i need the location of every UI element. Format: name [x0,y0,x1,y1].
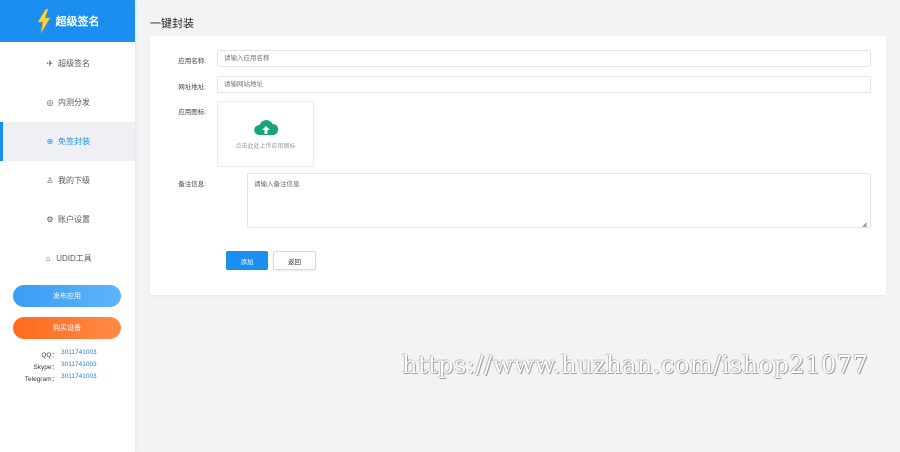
sidebar-item-label: UDID工具 [56,254,92,263]
url-input[interactable] [217,76,871,93]
sidebar-item-app-wrap[interactable]: ⊕ 免签封装 [0,122,135,161]
sidebar-item-my-subordinates[interactable]: ♙ 我的下级 [0,161,135,200]
sidebar-item-label: 我的下级 [58,176,90,185]
sidebar: 超级签名 ✈ 超级签名 ◎ 内测分发 ⊕ 免签封装 ♙ 我的下级 ⚙ 账户设置 … [0,0,135,452]
remark-textarea[interactable]: 请输入备注信息 [247,173,871,228]
page-title: 一键封装 [150,18,194,30]
contact-value[interactable]: 3011741003 [61,373,97,383]
target-icon: ⊕ [46,137,54,146]
contact-label: QQ： [41,352,58,359]
app-name-input[interactable] [217,50,871,67]
tag-icon: ⌂ [45,254,51,263]
send-icon: ✈ [46,59,54,68]
back-button[interactable]: 返回 [273,251,316,270]
add-button[interactable]: 添加 [226,251,268,270]
sidebar-item-udid-tool[interactable]: ⌂ UDID工具 [0,239,135,278]
gear-icon: ⚙ [46,215,54,224]
sidebar-item-label: 内测分发 [58,98,90,107]
contact-telegram: Telegram： 3011741003 [0,373,135,383]
publish-app-button[interactable]: 发布应用 [13,285,121,307]
lightning-bolt-icon [37,9,50,33]
user-icon: ♙ [46,176,54,185]
url-label: 网址地址: [178,84,206,91]
contact-label: Skype： [33,364,58,371]
sidebar-item-label: 账户设置 [58,215,90,224]
sidebar-item-label: 免签封装 [58,137,90,146]
contact-qq: QQ： 3011741003 [0,349,135,359]
icon-upload-area[interactable]: 点击此处上传应用图标 [217,101,314,167]
globe-icon: ◎ [46,98,54,107]
app-name-label: 应用名称: [178,58,206,65]
resize-grip-icon[interactable]: ◢ [862,221,867,228]
sidebar-item-super-sign[interactable]: ✈ 超级签名 [0,44,135,83]
sidebar-item-beta-distribution[interactable]: ◎ 内测分发 [0,83,135,122]
contact-skype: Skype： 3011741003 [0,361,135,371]
wrap-form-card: 应用名称: 网址地址: 应用图标: 点击此处上传应用图标 备注信息: 请输入备注… [150,36,886,295]
contact-value[interactable]: 3011741003 [61,349,97,359]
watermark-text: https://www.huzhan.com/ishop21077 [402,351,869,379]
buy-device-button[interactable]: 购买设备 [13,317,121,339]
sidebar-item-label: 超级签名 [58,59,90,68]
cloud-upload-icon [253,120,278,135]
sidebar-item-account-settings[interactable]: ⚙ 账户设置 [0,200,135,239]
contact-value[interactable]: 3011741003 [61,361,97,371]
upload-hint: 点击此处上传应用图标 [235,144,296,150]
contact-label: Telegram： [24,376,58,383]
remark-label: 备注信息: [178,181,206,188]
brand-header: 超级签名 [0,0,135,42]
app-icon-label: 应用图标: [178,109,206,116]
sidebar-nav: ✈ 超级签名 ◎ 内测分发 ⊕ 免签封装 ♙ 我的下级 ⚙ 账户设置 ⌂ UDI… [0,44,135,278]
brand-name: 超级签名 [55,16,100,28]
